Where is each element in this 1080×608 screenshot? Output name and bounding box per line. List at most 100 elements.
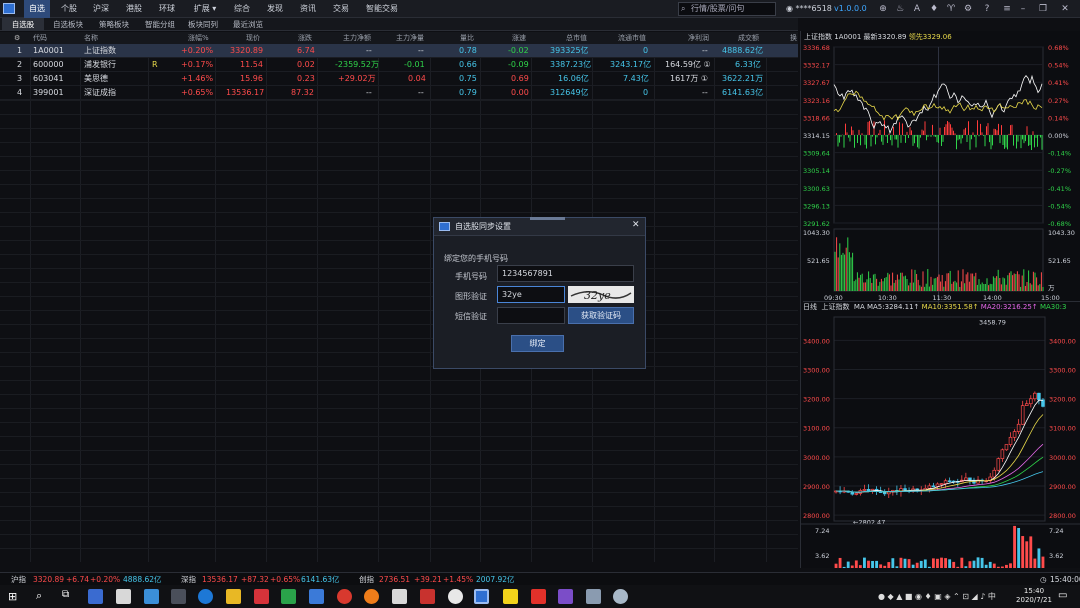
app-icon[interactable] — [281, 589, 296, 604]
col-chg-pct[interactable]: 涨幅% — [188, 32, 209, 44]
tab-hs[interactable]: 沪深 — [88, 0, 114, 18]
intraday-code: 1A0001 — [834, 33, 862, 41]
sms-input[interactable] — [497, 307, 565, 324]
captcha-input[interactable]: 32ye — [497, 286, 565, 303]
column-settings-icon[interactable]: ⚙ — [14, 32, 20, 44]
ime-indicator[interactable]: 中 — [988, 592, 996, 601]
col-profit[interactable]: 净利润 — [688, 32, 709, 44]
taskbar-clock[interactable]: 15:40 2020/7/21 — [1016, 587, 1052, 605]
layout-icon[interactable]: ♦ — [927, 0, 941, 18]
close-icon[interactable]: ✕ — [1058, 0, 1072, 18]
sticky-notes-icon[interactable] — [503, 589, 518, 604]
skin-icon[interactable]: ♨ — [893, 0, 907, 18]
minimize-icon[interactable]: – — [1016, 0, 1030, 18]
subtab-smart-group[interactable]: 智能分组 — [138, 18, 182, 31]
task-view-icon[interactable]: ⧉ — [62, 589, 69, 600]
col-mktcap[interactable]: 总市值 — [566, 32, 587, 44]
dialog-titlebar[interactable]: 自选股同步设置 ✕ — [434, 218, 645, 236]
search-input[interactable]: ⌕ 行情/股票/问句 — [678, 2, 776, 16]
subtab-watchlist[interactable]: 自选股 — [2, 18, 44, 31]
notification-icon[interactable]: ▭ — [1058, 590, 1067, 601]
kline-volume-bar — [858, 565, 862, 568]
app-icon[interactable] — [364, 589, 379, 604]
table-row[interactable]: 3 603041 美思德 +1.46% 15.96 0.23 +29.02万 0… — [0, 72, 798, 86]
tab-watchlist[interactable]: 自选 — [24, 0, 50, 18]
kline-volume-bar — [952, 561, 956, 568]
tab-extend[interactable]: 扩展 ▾ — [188, 0, 222, 18]
intraday-chart[interactable]: 3336.68 0.68% 3332.17 0.54% 3327.67 0.41% 3323… — [801, 41, 1080, 309]
app-icon[interactable] — [448, 589, 463, 604]
mail-app-icon[interactable] — [116, 589, 131, 604]
chart-panel[interactable]: 上证指数 1A0001 最新3320.89 领先3329.06 3336.68 0… — [800, 31, 1080, 568]
windows-start-icon[interactable]: ⊞ — [8, 590, 17, 603]
phone-input[interactable]: 1234567891 — [497, 265, 634, 282]
get-code-button[interactable]: 获取验证码 — [568, 307, 634, 324]
tab-stock[interactable]: 个股 — [56, 0, 82, 18]
tab-news[interactable]: 资讯 — [295, 0, 321, 18]
shirt-icon[interactable]: ♈ — [944, 0, 958, 18]
subtab-strategy[interactable]: 策略板块 — [92, 18, 136, 31]
edge-browser-icon[interactable] — [198, 589, 213, 604]
account-label[interactable]: ◉ ****6518 — [786, 0, 832, 18]
stock-app-active-icon[interactable] — [474, 589, 489, 604]
col-main-vol[interactable]: 主力净量 — [396, 32, 424, 44]
app-icon[interactable] — [531, 589, 546, 604]
tab-global[interactable]: 环球 — [154, 0, 180, 18]
menu-icon[interactable]: ≡ — [1000, 0, 1014, 18]
tab-composite[interactable]: 综合 — [229, 0, 255, 18]
restore-icon[interactable]: ❐ — [1036, 0, 1050, 18]
col-price[interactable]: 现价 — [246, 32, 260, 44]
table-row[interactable]: 4 399001 深证成指 +0.65% 13536.17 87.32 -- -… — [0, 86, 798, 100]
kline-ma-label[interactable]: MA — [854, 303, 865, 311]
store-app-icon[interactable] — [88, 589, 103, 604]
app-icon[interactable] — [144, 589, 159, 604]
col-code[interactable]: 代码 — [33, 32, 47, 44]
app-icon[interactable] — [171, 589, 186, 604]
drag-handle[interactable] — [530, 217, 565, 220]
col-chg[interactable]: 涨跌 — [298, 32, 312, 44]
col-vol-ratio[interactable]: 量比 — [460, 32, 474, 44]
tab-discover[interactable]: 发现 — [262, 0, 288, 18]
col-float-cap[interactable]: 流通市值 — [618, 32, 646, 44]
kline-vol-tick: 7.24 — [1049, 527, 1063, 535]
tab-trade[interactable]: 交易 — [328, 0, 354, 18]
app-icon[interactable] — [337, 589, 352, 604]
app-icon[interactable] — [613, 589, 628, 604]
globe-icon[interactable]: ⊕ — [876, 0, 890, 18]
table-row[interactable]: 1 1A0001 上证指数 +0.20% 3320.89 6.74 -- -- … — [0, 44, 798, 58]
close-icon[interactable]: ✕ — [632, 220, 640, 230]
search-icon[interactable]: ⌕ — [36, 589, 42, 603]
col-speed[interactable]: 涨速 — [512, 32, 526, 44]
sub-tab-bar: 自选股 自选板块 策略板块 智能分组 板块同列 最近浏览 — [0, 18, 798, 31]
price-tick: 3309.64 — [803, 150, 830, 158]
table-row[interactable]: 2 600000 浦发银行 R +0.17% 11.54 0.02 -2359.… — [0, 58, 798, 72]
col-main-net[interactable]: 主力净额 — [343, 32, 371, 44]
tab-hk[interactable]: 港股 — [121, 0, 147, 18]
settings-icon[interactable]: ⚙ — [961, 0, 975, 18]
app-icon[interactable] — [254, 589, 269, 604]
ma10-line — [835, 414, 1044, 493]
app-icon[interactable] — [309, 589, 324, 604]
index-status-bar: 沪指 3320.89 +6.74 +0.20% 4888.62亿 深指 1353… — [0, 572, 1080, 585]
col-turnover-rate[interactable]: 换 — [790, 32, 797, 44]
app-icon[interactable] — [420, 589, 435, 604]
app-icon[interactable] — [392, 589, 407, 604]
bind-button[interactable]: 绑定 — [511, 335, 564, 352]
subtab-recent[interactable]: 最近浏览 — [226, 18, 270, 31]
visual-studio-icon[interactable] — [558, 589, 573, 604]
captcha-image[interactable]: 32ye — [568, 286, 634, 303]
col-name[interactable]: 名称 — [84, 32, 98, 44]
system-tray[interactable]: ● ◆ ▲ ■ ◉ ♦ ▣ ◈ ⌃ ⊡ ◢ ♪ 中 — [878, 591, 1018, 602]
tab-smart-trade[interactable]: 智能交易 — [362, 0, 402, 18]
subtab-sector-list[interactable]: 板块同列 — [184, 18, 222, 31]
kline-period-tab[interactable]: 日线 — [803, 303, 817, 311]
col-turnover[interactable]: 成交额 — [738, 32, 759, 44]
grid-line — [0, 352, 798, 353]
float-cap: 3243.17亿 — [610, 60, 652, 69]
help-icon[interactable]: ? — [980, 0, 994, 18]
app-icon[interactable] — [586, 589, 601, 604]
folder-icon[interactable] — [226, 589, 241, 604]
subtab-watch-sectors[interactable]: 自选板块 — [46, 18, 90, 31]
font-size-icon[interactable]: A — [910, 0, 924, 18]
kline-chart[interactable]: 3400.00 3400.00 3300.00 3300.00 3200.00 3200.… — [801, 313, 1080, 568]
